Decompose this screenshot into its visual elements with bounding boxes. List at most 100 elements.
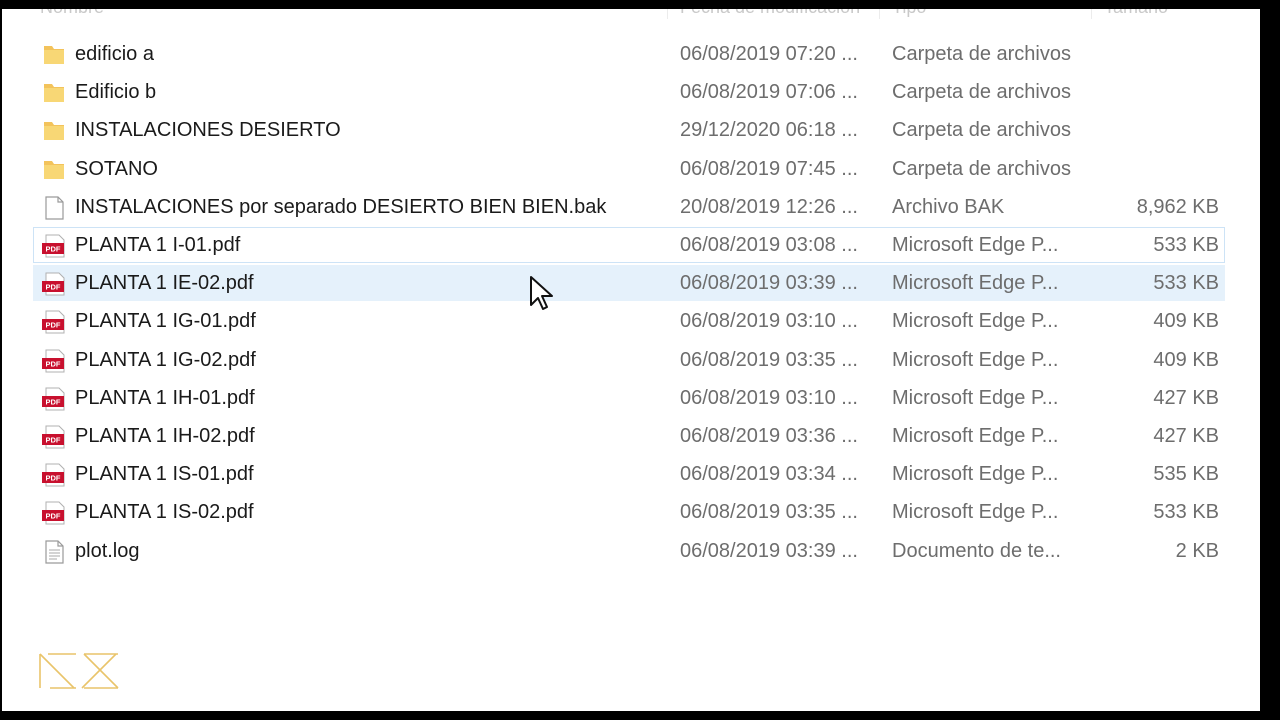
file-row[interactable]: INSTALACIONES DESIERTO 29/12/2020 06:18 .… (33, 112, 1225, 148)
file-date-modified: 06/08/2019 03:39 ... (680, 539, 858, 562)
file-row[interactable]: PDF PLANTA 1 IH-02.pdf 06/08/2019 03:36 ..… (33, 418, 1225, 454)
file-size: 8,962 KB (1136, 195, 1219, 218)
file-type: Microsoft Edge P... (892, 463, 1059, 486)
file-size: 427 KB (1153, 425, 1219, 447)
file-name: INSTALACIONES por separado DESIERTO BIEN… (75, 195, 607, 218)
file-row[interactable]: Edificio b 06/08/2019 07:06 ... Carpeta de… (33, 74, 1225, 110)
pdf-file-icon: PDF (41, 386, 67, 412)
file-type: Microsoft Edge P... (892, 234, 1059, 256)
file-row[interactable]: edificio a 06/08/2019 07:20 ... Carpeta de… (33, 36, 1225, 72)
file-type: Carpeta de archivos (892, 43, 1071, 65)
pdf-badge-text: PDF (46, 245, 61, 254)
file-name: PLANTA 1 IH-01.pdf (75, 386, 255, 409)
folder-icon (41, 157, 67, 183)
file-name: PLANTA 1 IH-02.pdf (75, 425, 255, 447)
pdf-file-icon: PDF (41, 348, 67, 374)
file-row[interactable]: PDF PLANTA 1 IG-02.pdf 06/08/2019 03:35 ..… (33, 342, 1225, 378)
folder-icon (41, 80, 67, 106)
pdf-file-icon: PDF (41, 500, 67, 526)
pdf-file-icon: PDF (41, 233, 67, 259)
pdf-file-icon: PDF (41, 309, 67, 335)
watermark-logo (39, 653, 119, 689)
column-header-name[interactable]: Nombre (40, 9, 104, 18)
file-date-modified: 06/08/2019 03:36 ... (680, 425, 858, 447)
file-size: 535 KB (1153, 463, 1219, 486)
column-header-row: Nombre Fecha de modificación Tipo Tamaño (2, 9, 1260, 19)
file-name: PLANTA 1 IS-01.pdf (75, 463, 254, 486)
file-type: Microsoft Edge P... (892, 501, 1059, 524)
video-frame: Nombre Fecha de modificación Tipo Tamaño… (0, 0, 1280, 720)
file-date-modified: 06/08/2019 07:06 ... (680, 81, 858, 104)
file-name: PLANTA 1 IG-01.pdf (75, 310, 256, 333)
file-explorer-window: Nombre Fecha de modificación Tipo Tamaño… (2, 9, 1260, 711)
file-row[interactable]: PDF PLANTA 1 IE-02.pdf 06/08/2019 03:39 ..… (33, 265, 1225, 302)
column-header-type[interactable]: Tipo (892, 9, 926, 18)
file-type: Microsoft Edge P... (892, 272, 1059, 295)
pdf-badge-text: PDF (46, 474, 61, 483)
pdf-badge-text: PDF (46, 359, 61, 368)
file-date-modified: 29/12/2020 06:18 ... (680, 119, 858, 142)
mouse-cursor-icon (530, 276, 553, 310)
blank-file-icon (41, 195, 67, 221)
file-size: 533 KB (1153, 234, 1219, 256)
file-size: 409 KB (1153, 310, 1219, 333)
file-row[interactable]: INSTALACIONES por separado DESIERTO BIEN… (33, 189, 1225, 225)
file-size: 533 KB (1153, 501, 1219, 524)
file-name: Edificio b (75, 81, 157, 104)
file-row[interactable]: plot.log 06/08/2019 03:39 ... Documento de… (33, 533, 1225, 569)
column-header-size[interactable]: Tamaño (1104, 9, 1168, 18)
file-type: Carpeta de archivos (892, 119, 1071, 142)
column-separator[interactable] (1091, 9, 1092, 19)
folder-icon (41, 42, 67, 68)
file-row[interactable]: PDF PLANTA 1 IS-01.pdf 06/08/2019 03:34 ..… (33, 456, 1225, 492)
file-type: Microsoft Edge P... (892, 310, 1059, 333)
pdf-badge-text: PDF (46, 321, 61, 330)
pdf-file-icon: PDF (41, 424, 67, 450)
file-type: Microsoft Edge P... (892, 425, 1059, 447)
file-name: PLANTA 1 IG-02.pdf (75, 348, 256, 371)
file-date-modified: 06/08/2019 03:39 ... (680, 272, 858, 295)
file-date-modified: 06/08/2019 03:10 ... (680, 310, 858, 333)
file-size: 409 KB (1153, 348, 1219, 371)
file-type: Documento de te... (892, 539, 1061, 562)
file-date-modified: 06/08/2019 03:35 ... (680, 348, 858, 371)
file-row[interactable]: PDF PLANTA 1 IG-01.pdf 06/08/2019 03:10 ..… (33, 303, 1225, 339)
file-date-modified: 06/08/2019 03:35 ... (680, 501, 858, 524)
pdf-badge-text: PDF (46, 436, 61, 445)
file-size: 427 KB (1153, 386, 1219, 409)
file-date-modified: 06/08/2019 03:08 ... (680, 234, 858, 256)
file-type: Microsoft Edge P... (892, 348, 1059, 371)
file-date-modified: 06/08/2019 03:34 ... (680, 463, 858, 486)
file-name: PLANTA 1 I-01.pdf (75, 234, 241, 256)
file-type: Carpeta de archivos (892, 157, 1071, 180)
text-file-icon (41, 539, 67, 565)
folder-icon (41, 118, 67, 144)
file-name: plot.log (75, 539, 140, 562)
column-header-date[interactable]: Fecha de modificación (680, 9, 860, 18)
file-row[interactable]: PDF PLANTA 1 IS-02.pdf 06/08/2019 03:35 ..… (33, 494, 1225, 530)
file-type: Archivo BAK (892, 195, 1005, 218)
file-type: Carpeta de archivos (892, 81, 1071, 104)
file-row[interactable]: SOTANO 06/08/2019 07:45 ... Carpeta de arc… (33, 151, 1225, 187)
pdf-badge-text: PDF (46, 397, 61, 406)
file-name: PLANTA 1 IE-02.pdf (75, 272, 254, 295)
file-date-modified: 06/08/2019 03:10 ... (680, 386, 858, 409)
column-separator[interactable] (879, 9, 880, 19)
file-date-modified: 20/08/2019 12:26 ... (680, 195, 858, 218)
file-size: 533 KB (1153, 272, 1219, 295)
file-name: PLANTA 1 IS-02.pdf (75, 501, 254, 524)
file-type: Microsoft Edge P... (892, 386, 1059, 409)
file-row[interactable]: PDF PLANTA 1 I-01.pdf 06/08/2019 03:08 ...… (33, 227, 1225, 263)
file-date-modified: 06/08/2019 07:45 ... (680, 157, 858, 180)
file-row[interactable]: PDF PLANTA 1 IH-01.pdf 06/08/2019 03:10 ..… (33, 380, 1225, 416)
pdf-badge-text: PDF (46, 283, 61, 292)
file-name: INSTALACIONES DESIERTO (75, 119, 341, 142)
file-name: SOTANO (75, 157, 158, 180)
pdf-file-icon: PDF (41, 271, 67, 297)
pdf-file-icon: PDF (41, 462, 67, 488)
pdf-badge-text: PDF (46, 512, 61, 521)
file-size: 2 KB (1175, 539, 1219, 562)
file-date-modified: 06/08/2019 07:20 ... (680, 43, 858, 65)
file-name: edificio a (75, 43, 154, 65)
column-separator[interactable] (667, 9, 668, 19)
